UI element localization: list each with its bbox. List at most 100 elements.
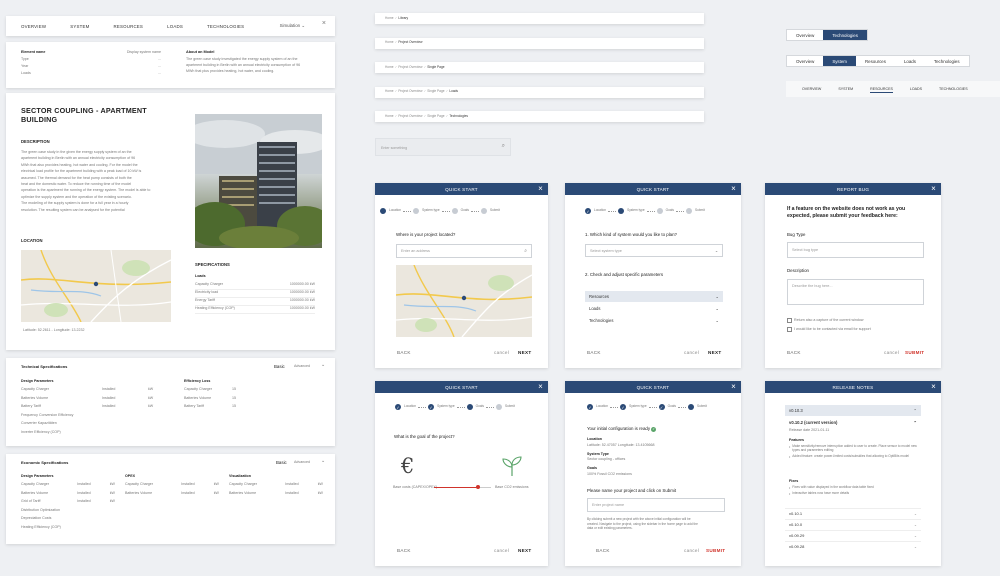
breadcrumb-item[interactable]: Project Overview	[398, 89, 422, 94]
option-loads[interactable]: Loads ⌄	[585, 303, 723, 314]
param-label: Distribution Optimization	[21, 507, 60, 512]
breadcrumb-separator: /	[395, 113, 397, 118]
back-button[interactable]: BACK	[787, 350, 801, 355]
line-tab[interactable]: SYSTEM	[838, 87, 853, 93]
capture-checkbox[interactable]	[787, 318, 792, 323]
description-placeholder: Describe the bug here...	[792, 284, 833, 288]
close-icon[interactable]: ×	[538, 381, 543, 393]
breadcrumb-item[interactable]: Project Overview	[398, 65, 422, 70]
release-first[interactable]: v0.10.3 ⌃	[785, 405, 921, 416]
param-input[interactable]	[102, 421, 144, 430]
step-label: System type	[437, 404, 455, 409]
release-version-row[interactable]: v0.10.1 ⌄	[785, 508, 921, 519]
slider-knob[interactable]	[476, 485, 481, 489]
param-input[interactable]: 15	[232, 396, 256, 405]
bug-type-select[interactable]: Select bug type	[787, 242, 924, 258]
contact-checkbox[interactable]	[787, 327, 792, 332]
nav-item[interactable]: SYSTEM	[70, 24, 89, 29]
breadcrumb-item[interactable]: Home	[385, 40, 394, 45]
param-input[interactable]	[77, 525, 106, 534]
nav-item[interactable]: OVERVIEW	[21, 24, 46, 29]
close-icon[interactable]: ×	[731, 381, 736, 393]
project-name-input[interactable]: Enter project name	[587, 498, 725, 512]
param-input[interactable]: Installed	[77, 499, 106, 508]
breadcrumb-item[interactable]: Home	[385, 65, 394, 70]
line-tab[interactable]: RESOURCES	[870, 87, 893, 94]
back-button[interactable]: BACK	[587, 350, 601, 355]
tab-technologies[interactable]: Technologies	[925, 56, 969, 66]
option-technologies[interactable]: Technologies ⌄	[585, 315, 723, 326]
system-type-select[interactable]: Select system type ⌄	[585, 244, 723, 257]
param-input[interactable]	[102, 413, 144, 422]
breadcrumb-item[interactable]: Home	[385, 16, 394, 21]
close-icon[interactable]: ×	[322, 20, 326, 27]
release-version-row[interactable]: v0.09.28 ⌄	[785, 541, 921, 552]
cancel-button[interactable]: cancel	[684, 350, 699, 355]
next-button[interactable]: NEXT	[518, 548, 531, 553]
tech-mode-basic[interactable]: Basic	[274, 364, 285, 370]
nav-item[interactable]: RESOURCES	[113, 24, 143, 29]
param-input[interactable]: Installed	[77, 482, 106, 491]
nav-item[interactable]: LOADS	[167, 24, 183, 29]
cancel-button[interactable]: cancel	[684, 548, 699, 553]
back-button[interactable]: BACK	[397, 548, 411, 553]
breadcrumb-item[interactable]: Single Page	[427, 114, 444, 119]
back-button[interactable]: BACK	[397, 350, 411, 355]
breadcrumb-item[interactable]: Home	[385, 114, 394, 119]
next-button[interactable]: NEXT	[518, 350, 531, 355]
tab-overview[interactable]: Overview	[787, 56, 823, 66]
param-input[interactable]: Installed	[77, 491, 106, 500]
param-input[interactable]: Installed	[102, 404, 144, 413]
breadcrumb-item[interactable]: Home	[385, 89, 394, 94]
param-input[interactable]	[77, 516, 106, 525]
param-input[interactable]: Installed	[102, 396, 144, 405]
cancel-button[interactable]: cancel	[494, 350, 509, 355]
submit-button[interactable]: SUBMIT	[706, 548, 725, 553]
description-textarea[interactable]: Describe the bug here...	[787, 279, 924, 305]
close-icon[interactable]: ×	[538, 183, 543, 195]
param-input[interactable]: Installed	[285, 491, 314, 500]
option-label: Loads	[589, 306, 601, 311]
param-input[interactable]: Installed	[102, 387, 144, 396]
step-label: Goals	[460, 208, 469, 213]
simulation-dropdown[interactable]: Simulation ⌄	[280, 23, 305, 29]
next-button[interactable]: NEXT	[708, 350, 721, 355]
breadcrumb-item[interactable]: Project Overview	[398, 114, 422, 119]
line-tab[interactable]: TECHNOLOGIES	[939, 87, 968, 93]
econ-mode-advanced[interactable]: Advanced	[294, 460, 310, 464]
tab-system[interactable]: System	[823, 56, 856, 66]
tech-mode-advanced[interactable]: Advanced	[294, 364, 310, 368]
tab-loads[interactable]: Loads	[895, 56, 925, 66]
close-icon[interactable]: ×	[931, 381, 936, 393]
breadcrumb-item[interactable]: Single Page	[427, 89, 444, 94]
address-input[interactable]: Enter an address ⌕	[396, 244, 532, 258]
search-bar[interactable]: Enter something ⌕	[375, 138, 511, 156]
close-icon[interactable]: ×	[931, 183, 936, 195]
cancel-button[interactable]: cancel	[494, 548, 509, 553]
tab-resources[interactable]: Resources	[856, 56, 895, 66]
submit-button[interactable]: SUBMIT	[905, 350, 924, 355]
back-button[interactable]: BACK	[596, 548, 610, 553]
param-input[interactable]	[102, 430, 144, 439]
param-input[interactable]: 15	[232, 404, 256, 413]
tab-overview[interactable]: Overview	[787, 30, 823, 40]
line-tab[interactable]: OVERVIEW	[802, 87, 821, 93]
cancel-button[interactable]: cancel	[884, 350, 899, 355]
nav-item[interactable]: TECHNOLOGIES	[207, 24, 244, 29]
location-map[interactable]	[396, 265, 532, 337]
tab-technologies[interactable]: Technologies	[823, 30, 867, 40]
option-resources[interactable]: Resources ⌄	[585, 291, 723, 302]
close-icon[interactable]: ×	[731, 183, 736, 195]
param-input[interactable]: 15	[232, 387, 256, 396]
econ-mode-basic[interactable]: Basic	[276, 460, 287, 466]
param-input[interactable]: Installed	[181, 491, 210, 500]
release-version-row[interactable]: v0.10.0 ⌄	[785, 519, 921, 530]
param-input[interactable]	[77, 508, 106, 517]
param-input[interactable]: Installed	[181, 482, 210, 491]
goal-slider[interactable]	[434, 485, 491, 489]
release-version-row[interactable]: v0.09.29 ⌄	[785, 530, 921, 541]
param-input[interactable]: Installed	[285, 482, 314, 491]
release-current[interactable]: v0.10.2 (current version) ⌃	[785, 417, 921, 428]
line-tab[interactable]: LOADS	[910, 87, 922, 93]
location-map[interactable]	[21, 250, 171, 322]
